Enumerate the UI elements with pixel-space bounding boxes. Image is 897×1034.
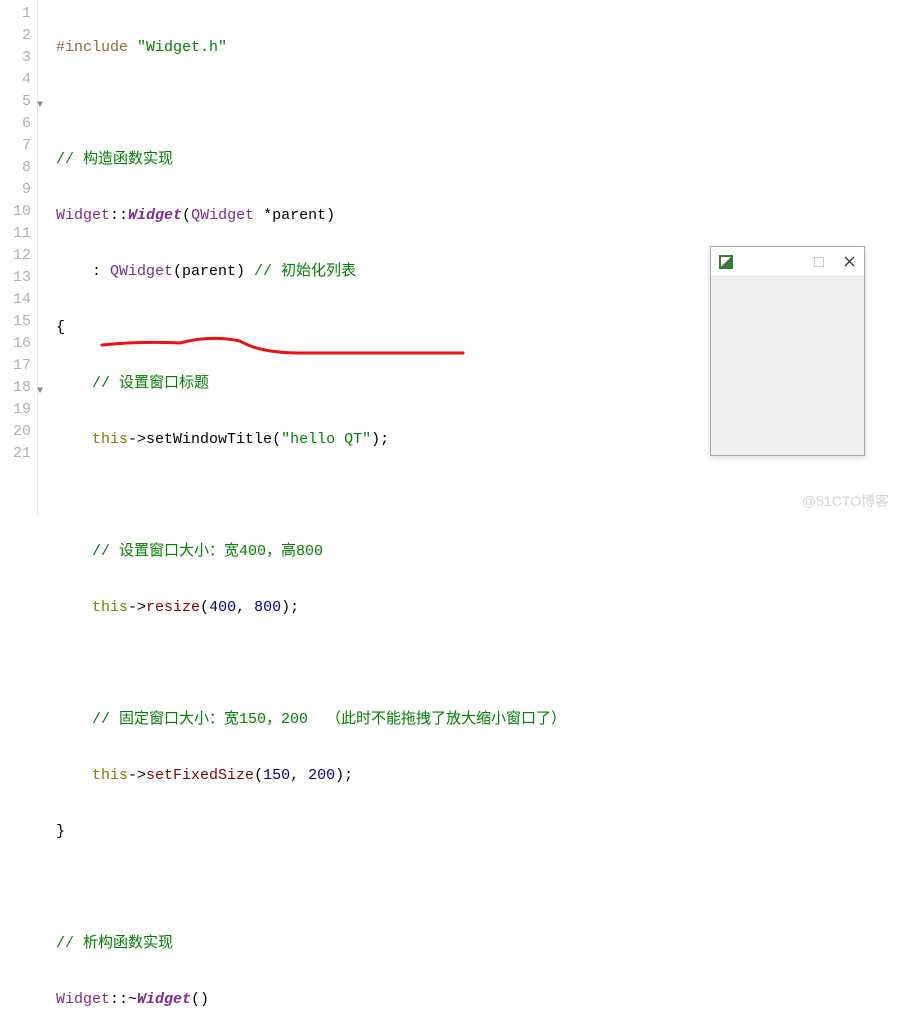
- code-line: [56, 485, 897, 507]
- code-line: // 构造函数实现: [56, 149, 897, 171]
- line-number: 10: [0, 201, 31, 223]
- watermark: @51CTO博客: [802, 491, 889, 511]
- line-number: 19: [0, 399, 31, 421]
- line-number: 21: [0, 443, 31, 465]
- line-number: 7: [0, 135, 31, 157]
- line-number: 13: [0, 267, 31, 289]
- titlebar[interactable]: [711, 247, 864, 277]
- line-number: 16: [0, 333, 31, 355]
- line-number: 18▼: [0, 377, 31, 399]
- code-line: [56, 877, 897, 899]
- line-number: 6: [0, 113, 31, 135]
- code-line: // 析构函数实现: [56, 933, 897, 955]
- app-icon: [719, 255, 733, 269]
- code-line: // 设置窗口大小：宽400，高800: [56, 541, 897, 563]
- maximize-icon: [814, 257, 824, 267]
- code-line: [56, 93, 897, 115]
- code-line: Widget::~Widget(): [56, 989, 897, 1011]
- line-number: 4: [0, 69, 31, 91]
- qt-preview-window[interactable]: [710, 246, 865, 456]
- line-number: 17: [0, 355, 31, 377]
- line-number: 3: [0, 47, 31, 69]
- fold-toggle-icon[interactable]: ▼: [37, 381, 43, 403]
- line-number: 15: [0, 311, 31, 333]
- line-number: 11: [0, 223, 31, 245]
- line-number-gutter: 1 2 3 4 5▼ 6 7 8 9 10 11 12 13 14 15 16 …: [0, 0, 38, 517]
- code-line: Widget::Widget(QWidget *parent): [56, 205, 897, 227]
- line-number: 8: [0, 157, 31, 179]
- line-number: 12: [0, 245, 31, 267]
- line-number: 20: [0, 421, 31, 443]
- code-line: // 固定窗口大小：宽150，200 （此时不能拖拽了放大缩小窗口了）: [56, 709, 897, 731]
- maximize-button[interactable]: [804, 247, 834, 277]
- line-number: 9: [0, 179, 31, 201]
- line-number: 14: [0, 289, 31, 311]
- code-line: [56, 653, 897, 675]
- fold-toggle-icon[interactable]: ▼: [37, 95, 43, 117]
- code-line: this->resize(400, 800);: [56, 597, 897, 619]
- close-icon: [844, 256, 855, 267]
- code-line: #include "Widget.h": [56, 37, 897, 59]
- line-number: 2: [0, 25, 31, 47]
- code-line: }: [56, 821, 897, 843]
- code-line: this->setFixedSize(150, 200);: [56, 765, 897, 787]
- line-number: 5▼: [0, 91, 31, 113]
- line-number: 1: [0, 3, 31, 25]
- close-button[interactable]: [834, 247, 864, 277]
